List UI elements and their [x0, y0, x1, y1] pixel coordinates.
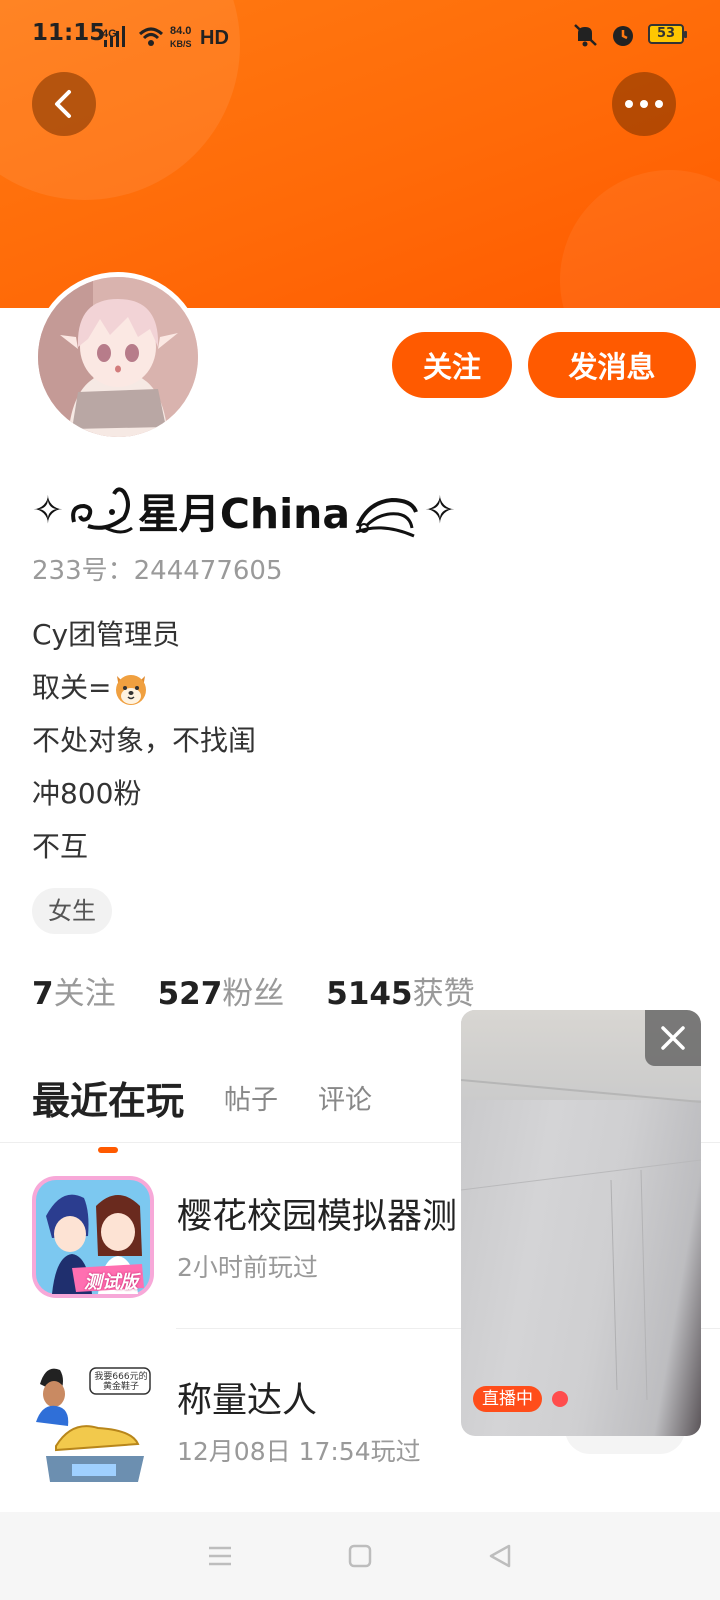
floating-live-player[interactable]: 直播中 — [461, 1010, 701, 1436]
nav-home-button[interactable] — [340, 1536, 380, 1576]
back-icon — [55, 90, 71, 118]
send-message-button[interactable]: 发消息 — [528, 332, 696, 398]
status-right-icons: 53 — [570, 20, 690, 50]
game-last-played: 2小时前玩过 — [177, 1253, 318, 1282]
back-button[interactable] — [32, 72, 96, 136]
alarm-icon — [613, 26, 633, 46]
bio-text: 冲800粉 — [32, 777, 142, 810]
network-speed-value: 84.0 — [170, 25, 191, 37]
tab-comments[interactable]: 评论 — [318, 1078, 372, 1117]
game-icon-bubble: 我要666元的黄金鞋子 — [94, 1372, 148, 1392]
bio-line: 冲800粉 — [32, 767, 256, 820]
game-icon-badge: 测试版 — [84, 1272, 138, 1293]
username-row: ✧ 星月China ✧ — [32, 480, 456, 540]
shiba-dog-emoji-icon — [116, 674, 147, 705]
tab-posts[interactable]: 帖子 — [224, 1078, 278, 1117]
bio-line: 取关= — [32, 661, 256, 714]
bio-text: Cy团管理员 — [32, 618, 181, 651]
game-title: 樱花校园模拟器测 — [177, 1197, 458, 1237]
profile-tabs: 最近在玩 帖子 评论 — [32, 1062, 412, 1153]
stat-likes: 5145 获赞 — [326, 968, 474, 1013]
nav-menu-button[interactable] — [200, 1536, 240, 1576]
stat-fans-label: 粉丝 — [222, 976, 285, 1012]
live-video-content — [461, 1079, 701, 1401]
status-time: 11:15 — [32, 20, 106, 46]
username: 星月China — [137, 490, 351, 538]
status-bar: 11:15 4G 84.0 KB/S HD 53 — [0, 0, 720, 72]
live-indicator-dot — [552, 1391, 568, 1407]
stat-following[interactable]: 7 关注 — [32, 968, 116, 1013]
flourish-left-icon — [70, 487, 133, 534]
hd-label: HD — [200, 27, 229, 49]
back-triangle-icon — [489, 1544, 511, 1568]
anime-girl-avatar-icon — [38, 277, 198, 437]
sparkle-left-glyph: ✧ — [32, 488, 64, 532]
system-navigation-bar — [0, 1512, 720, 1600]
close-player-button[interactable] — [645, 1010, 701, 1066]
bio-line: 不处对象，不找闺 — [32, 714, 256, 767]
network-status-icons: 4G 84.0 KB/S HD — [102, 25, 229, 49]
header-decoration — [560, 170, 720, 308]
stat-likes-count: 5145 — [326, 976, 413, 1012]
network-type-label: 4G — [102, 28, 117, 40]
stat-fans[interactable]: 527 粉丝 — [158, 968, 285, 1013]
more-icon — [625, 100, 663, 108]
bio-line: Cy团管理员 — [32, 608, 256, 661]
uid-value: 244477605 — [133, 556, 283, 586]
more-options-button[interactable] — [612, 72, 676, 136]
avatar-image — [38, 277, 198, 437]
live-badge: 直播中 — [473, 1386, 542, 1412]
home-square-icon — [348, 1544, 372, 1568]
bio-text: 取关= — [32, 671, 112, 704]
bio-line: 不互 — [32, 820, 256, 873]
uid-label: 233号： — [32, 556, 134, 586]
bio-text: 不处对象，不找闺 — [32, 724, 257, 757]
stat-following-count: 7 — [32, 976, 54, 1012]
user-avatar[interactable] — [33, 272, 203, 442]
close-icon — [661, 1026, 685, 1050]
stat-fans-count: 527 — [157, 976, 223, 1012]
flourish-right-icon — [355, 497, 418, 538]
network-speed-unit: KB/S — [170, 39, 192, 49]
bio-text: 不互 — [32, 830, 89, 863]
user-id-line: 233号：244477605 — [32, 550, 283, 587]
tab-recently-played[interactable]: 最近在玩 — [32, 1070, 184, 1153]
menu-icon — [209, 1546, 231, 1566]
game-title: 称量达人 — [177, 1381, 318, 1421]
gender-tag: 女生 — [32, 888, 112, 934]
stat-likes-label: 获赞 — [412, 976, 475, 1012]
follow-button[interactable]: 关注 — [392, 332, 512, 398]
profile-stats: 7 关注 527 粉丝 5145 获赞 — [32, 968, 517, 1013]
battery-indicator: 53 — [648, 24, 687, 44]
mute-icon — [574, 24, 597, 47]
game-last-played: 12月08日 17:54玩过 — [177, 1437, 421, 1466]
sparkle-right-glyph: ✧ — [424, 488, 456, 532]
nav-back-button[interactable] — [480, 1536, 520, 1576]
stat-following-label: 关注 — [53, 976, 116, 1012]
profile-bio: Cy团管理员 取关= 不处对象，不找闺 冲800粉 不互 — [32, 608, 256, 873]
